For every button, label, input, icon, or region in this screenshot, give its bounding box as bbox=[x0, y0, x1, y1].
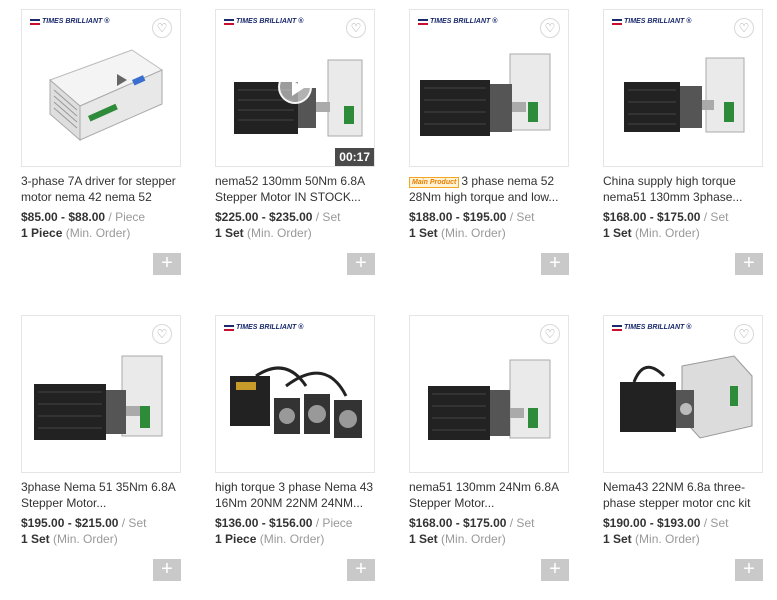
product-price: $136.00 - $156.00 bbox=[215, 516, 313, 530]
brand-logo: TIMES BRILLIANT ® bbox=[30, 18, 109, 25]
min-order-label: (Min. Order) bbox=[635, 226, 700, 240]
price-unit: / Set bbox=[121, 516, 147, 530]
min-order-label: (Min. Order) bbox=[441, 532, 506, 546]
video-duration: 00:17 bbox=[335, 148, 374, 166]
product-title[interactable]: high torque 3 phase Nema 43 16Nm 20NM 22… bbox=[215, 479, 377, 511]
add-to-compare-button[interactable]: + bbox=[541, 253, 569, 275]
min-order-quantity: 1 Set bbox=[409, 226, 438, 240]
product-price: $195.00 - $215.00 bbox=[21, 516, 119, 530]
add-to-compare-button[interactable]: + bbox=[541, 559, 569, 581]
min-order-quantity: 1 Set bbox=[603, 532, 632, 546]
favorite-heart-icon[interactable]: ♡ bbox=[152, 18, 172, 38]
product-price: $168.00 - $175.00 bbox=[409, 516, 507, 530]
product-title[interactable]: nema51 130mm 24Nm 6.8A Stepper Motor... bbox=[409, 479, 571, 511]
min-order-quantity: 1 Set bbox=[603, 226, 632, 240]
price-unit: / Set bbox=[315, 210, 341, 224]
price-unit: / Set bbox=[509, 210, 535, 224]
min-order-label: (Min. Order) bbox=[441, 226, 506, 240]
product-price: $190.00 - $193.00 bbox=[603, 516, 701, 530]
product-card[interactable]: TIMES BRILLIANT ® ♡ Main Product 3 phase n… bbox=[409, 9, 571, 275]
price-unit: / Piece bbox=[315, 516, 353, 530]
product-title[interactable]: Main Product 3 phase nema 52 28Nm high to… bbox=[409, 173, 571, 205]
product-title[interactable]: 3-phase 7A driver for stepper motor nema… bbox=[21, 173, 183, 205]
product-card[interactable]: TIMES BRILLIANT ® high torque 3 phase Nem… bbox=[215, 315, 377, 581]
add-to-compare-button[interactable]: + bbox=[735, 559, 763, 581]
product-image[interactable]: TIMES BRILLIANT ® ♡ bbox=[603, 315, 763, 473]
product-price: $85.00 - $88.00 bbox=[21, 210, 106, 224]
add-to-compare-button[interactable]: + bbox=[153, 253, 181, 275]
play-video-icon[interactable] bbox=[278, 70, 312, 104]
brand-logo: TIMES BRILLIANT ® bbox=[418, 18, 497, 25]
min-order-quantity: 1 Set bbox=[215, 226, 244, 240]
price-unit: / Set bbox=[703, 210, 729, 224]
min-order-label: (Min. Order) bbox=[53, 532, 118, 546]
product-image[interactable]: TIMES BRILLIANT ® bbox=[215, 315, 375, 473]
product-price: $225.00 - $235.00 bbox=[215, 210, 313, 224]
min-order-label: (Min. Order) bbox=[247, 226, 312, 240]
product-price: $188.00 - $195.00 bbox=[409, 210, 507, 224]
product-image[interactable]: ♡ bbox=[21, 315, 181, 473]
price-unit: / Piece bbox=[108, 210, 146, 224]
product-card[interactable]: TIMES BRILLIANT ® ♡ Nema43 22NM 6.8a thre… bbox=[603, 315, 765, 581]
add-to-compare-button[interactable]: + bbox=[735, 253, 763, 275]
brand-logo: TIMES BRILLIANT ® bbox=[224, 324, 303, 331]
motors-and-driver-image bbox=[230, 366, 362, 438]
add-to-compare-button[interactable]: + bbox=[347, 559, 375, 581]
brand-logo: TIMES BRILLIANT ® bbox=[612, 324, 691, 331]
min-order-label: (Min. Order) bbox=[259, 532, 325, 546]
product-price: $168.00 - $175.00 bbox=[603, 210, 701, 224]
product-image[interactable]: TIMES BRILLIANT ® ♡ 00:17 bbox=[215, 9, 375, 167]
min-order-label: (Min. Order) bbox=[65, 226, 131, 240]
product-card[interactable]: TIMES BRILLIANT ® ♡ 3-phase 7A driver for… bbox=[21, 9, 183, 275]
main-product-badge: Main Product bbox=[409, 177, 460, 188]
add-to-compare-button[interactable]: + bbox=[347, 253, 375, 275]
price-unit: / Set bbox=[509, 516, 535, 530]
favorite-heart-icon[interactable]: ♡ bbox=[152, 324, 172, 344]
min-order-quantity: 1 Piece bbox=[21, 226, 63, 240]
product-card[interactable]: TIMES BRILLIANT ® ♡ China supply high tor… bbox=[603, 9, 765, 275]
product-image[interactable]: TIMES BRILLIANT ® ♡ bbox=[409, 9, 569, 167]
product-title[interactable]: Nema43 22NM 6.8a three-phase stepper mot… bbox=[603, 479, 765, 511]
product-card[interactable]: TIMES BRILLIANT ® ♡ 00:17 nema52 130mm 50… bbox=[215, 9, 377, 275]
price-unit: / Set bbox=[703, 516, 729, 530]
product-image[interactable]: TIMES BRILLIANT ® ♡ bbox=[21, 9, 181, 167]
favorite-heart-icon[interactable]: ♡ bbox=[540, 324, 560, 344]
product-image[interactable]: TIMES BRILLIANT ® ♡ bbox=[603, 9, 763, 167]
favorite-heart-icon[interactable]: ♡ bbox=[734, 324, 754, 344]
min-order-quantity: 1 Set bbox=[409, 532, 438, 546]
favorite-heart-icon[interactable]: ♡ bbox=[734, 18, 754, 38]
min-order-quantity: 1 Piece bbox=[215, 532, 257, 546]
product-card[interactable]: ♡ 3phase Nema 51 35Nm 6.8A Stepper Motor… bbox=[21, 315, 183, 581]
favorite-heart-icon[interactable]: ♡ bbox=[540, 18, 560, 38]
brand-logo: TIMES BRILLIANT ® bbox=[612, 18, 691, 25]
product-title[interactable]: China supply high torque nema51 130mm 3p… bbox=[603, 173, 765, 205]
brand-logo: TIMES BRILLIANT ® bbox=[224, 18, 303, 25]
product-title[interactable]: nema52 130mm 50Nm 6.8A Stepper Motor IN … bbox=[215, 173, 377, 205]
product-image[interactable]: ♡ bbox=[409, 315, 569, 473]
min-order-label: (Min. Order) bbox=[635, 532, 700, 546]
add-to-compare-button[interactable]: + bbox=[153, 559, 181, 581]
product-title[interactable]: 3phase Nema 51 35Nm 6.8A Stepper Motor..… bbox=[21, 479, 183, 511]
favorite-heart-icon[interactable]: ♡ bbox=[346, 18, 366, 38]
product-card[interactable]: ♡ nema51 130mm 24Nm 6.8A Stepper Motor..… bbox=[409, 315, 571, 581]
min-order-quantity: 1 Set bbox=[21, 532, 50, 546]
